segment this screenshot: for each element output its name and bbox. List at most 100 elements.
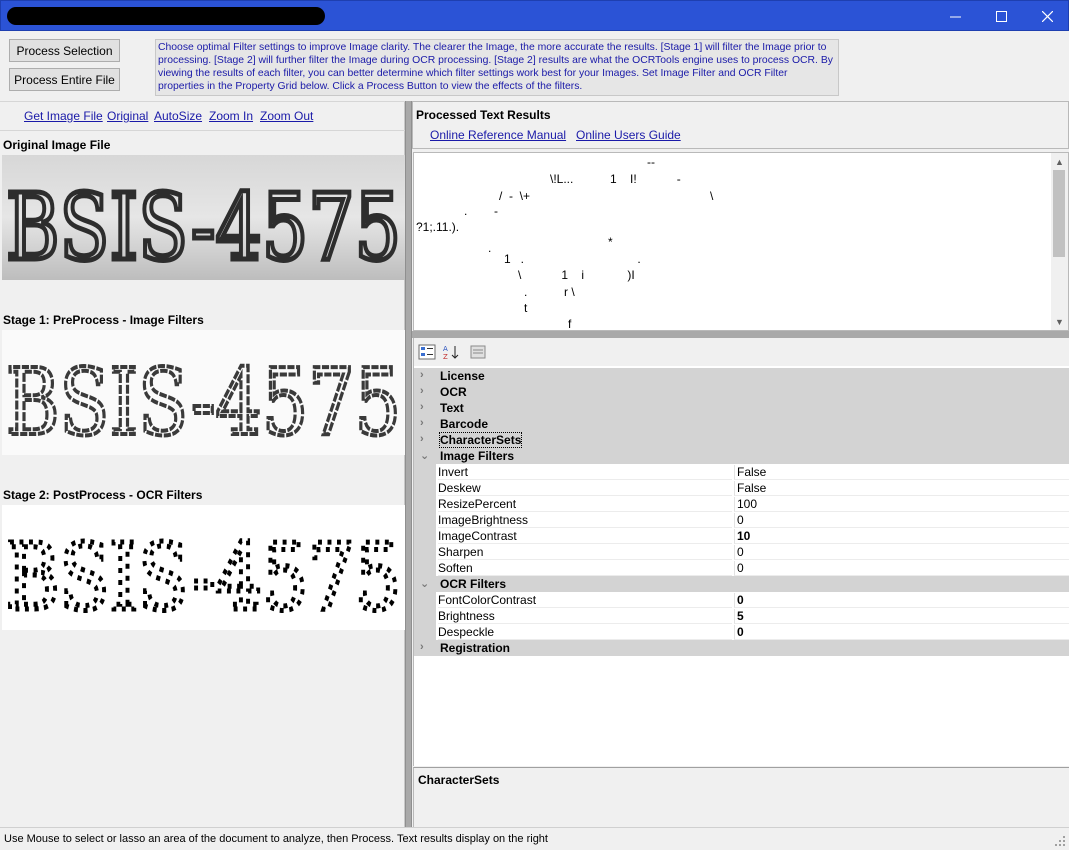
category-registration[interactable]: › Registration	[414, 640, 1069, 656]
scroll-up-icon[interactable]: ▲	[1051, 153, 1068, 170]
category-label: Text	[440, 401, 464, 415]
original-link[interactable]: Original	[107, 109, 148, 123]
chevron-right-icon: ›	[420, 369, 424, 381]
property-row-sharpen[interactable]: Sharpen 0	[414, 544, 1069, 560]
property-row-imagebrightness[interactable]: ImageBrightness 0	[414, 512, 1069, 528]
online-reference-manual-link[interactable]: Online Reference Manual	[430, 128, 566, 142]
property-value[interactable]: 0	[734, 593, 1069, 608]
process-selection-button[interactable]: Process Selection	[9, 39, 120, 62]
status-text: Use Mouse to select or lasso an area of …	[4, 833, 548, 845]
results-scrollbar[interactable]: ▲ ▼	[1051, 153, 1068, 330]
category-label: Image Filters	[440, 449, 515, 463]
property-name: Sharpen	[438, 545, 732, 560]
resize-grip-icon[interactable]	[1054, 835, 1066, 847]
property-row-imagecontrast[interactable]: ImageContrast 10	[414, 528, 1069, 544]
minimize-button[interactable]	[932, 1, 978, 31]
property-row-despeckle[interactable]: Despeckle 0	[414, 624, 1069, 640]
property-value[interactable]: 0	[734, 545, 1069, 560]
plate-text-original: BSIS-4575	[6, 174, 401, 280]
category-label: Barcode	[440, 417, 489, 431]
image-panel: Get Image File Original AutoSize Zoom In…	[0, 101, 405, 827]
ocr-line: ?1;.11.).	[416, 220, 460, 234]
category-ocr[interactable]: › OCR	[414, 384, 1069, 400]
online-users-guide-link[interactable]: Online Users Guide	[576, 128, 681, 142]
results-panel: Processed Text Results Online Reference …	[412, 101, 1069, 827]
stage1-image[interactable]: BSIS-4575	[2, 330, 405, 455]
ocr-line: / - \+ \	[499, 189, 714, 203]
plate-text-stage2: BSIS-4575	[6, 524, 401, 630]
property-name: Despeckle	[438, 625, 732, 640]
property-description-pane: CharacterSets	[413, 767, 1069, 827]
stage1-label: Stage 1: PreProcess - Image Filters	[3, 313, 204, 327]
ocr-line: . r \	[524, 285, 575, 299]
maximize-icon	[995, 10, 1007, 22]
property-pages-icon[interactable]	[468, 343, 488, 361]
chevron-down-icon: ⌄	[420, 578, 430, 590]
property-value[interactable]: 0	[734, 513, 1069, 528]
property-value[interactable]: 100	[734, 497, 1069, 512]
property-value[interactable]: False	[734, 465, 1069, 480]
property-row-invert[interactable]: Invert False	[414, 464, 1069, 480]
category-image-filters[interactable]: ⌄ Image Filters	[414, 448, 1069, 464]
get-image-file-link[interactable]: Get Image File	[24, 109, 103, 123]
property-name: ImageBrightness	[438, 513, 732, 528]
property-name: Deskew	[438, 481, 732, 496]
property-value[interactable]: 10	[734, 529, 1069, 544]
plate-text-stage1: BSIS-4575	[6, 349, 401, 455]
scroll-thumb[interactable]	[1053, 170, 1065, 257]
zoom-in-link[interactable]: Zoom In	[209, 109, 253, 123]
category-text[interactable]: › Text	[414, 400, 1069, 416]
ocr-line: t	[524, 301, 528, 315]
image-link-bar: Get Image File Original AutoSize Zoom In…	[0, 101, 405, 131]
category-license[interactable]: › License	[414, 368, 1069, 384]
property-row-deskew[interactable]: Deskew False	[414, 480, 1069, 496]
property-value[interactable]: 0	[734, 561, 1069, 576]
category-label: OCR Filters	[440, 577, 507, 591]
process-entire-file-button[interactable]: Process Entire File	[9, 68, 120, 91]
chevron-right-icon: ›	[420, 417, 424, 429]
property-name: Invert	[438, 465, 732, 480]
scroll-down-icon[interactable]: ▼	[1051, 313, 1068, 330]
chevron-right-icon: ›	[420, 385, 424, 397]
property-row-fontcolorcontrast[interactable]: FontColorContrast 0	[414, 592, 1069, 608]
maximize-button[interactable]	[978, 1, 1024, 31]
category-ocr-filters[interactable]: ⌄ OCR Filters	[414, 576, 1069, 592]
chevron-right-icon: ›	[420, 433, 424, 445]
instructions-text: Choose optimal Filter settings to improv…	[155, 39, 839, 96]
svg-text:A: A	[443, 345, 448, 353]
close-button[interactable]	[1024, 1, 1069, 31]
property-name: ImageContrast	[438, 529, 732, 544]
property-value[interactable]: 0	[734, 625, 1069, 640]
results-textbox[interactable]: -- \!L... 1 I! - / - \+ \ . - ?1;.11.). …	[413, 152, 1069, 331]
category-charactersets[interactable]: › CharacterSets	[414, 432, 1069, 448]
property-name: Brightness	[438, 609, 732, 624]
original-image-label: Original Image File	[3, 138, 111, 152]
property-grid-toolbar: AZ	[413, 338, 1069, 366]
ocr-line: 1 . .	[504, 252, 641, 266]
category-label: OCR	[440, 385, 467, 399]
property-value[interactable]: False	[734, 481, 1069, 496]
property-row-brightness[interactable]: Brightness 5	[414, 608, 1069, 624]
horizontal-splitter[interactable]	[412, 331, 1069, 338]
vertical-splitter[interactable]	[405, 101, 412, 827]
chevron-down-icon: ⌄	[420, 450, 430, 462]
original-image[interactable]: BSIS-4575	[2, 155, 405, 280]
close-icon	[1041, 10, 1053, 22]
results-title: Processed Text Results	[416, 108, 551, 122]
ocr-line: . -	[464, 204, 499, 218]
category-label: CharacterSets	[438, 432, 523, 448]
categorized-view-icon[interactable]	[417, 343, 437, 361]
stage2-image[interactable]: BSIS-4575	[2, 505, 405, 630]
category-barcode[interactable]: › Barcode	[414, 416, 1069, 432]
ocr-line: f	[568, 317, 572, 331]
property-row-resizepercent[interactable]: ResizePercent 100	[414, 496, 1069, 512]
description-title: CharacterSets	[418, 773, 500, 787]
category-label: License	[440, 369, 485, 383]
property-value[interactable]: 5	[734, 609, 1069, 624]
autosize-link[interactable]: AutoSize	[154, 109, 202, 123]
property-row-soften[interactable]: Soften 0	[414, 560, 1069, 576]
zoom-out-link[interactable]: Zoom Out	[260, 109, 313, 123]
alphabetical-sort-icon[interactable]: AZ	[441, 343, 461, 361]
ocr-line: \ 1 i )I	[518, 268, 635, 282]
chevron-right-icon: ›	[420, 401, 424, 413]
